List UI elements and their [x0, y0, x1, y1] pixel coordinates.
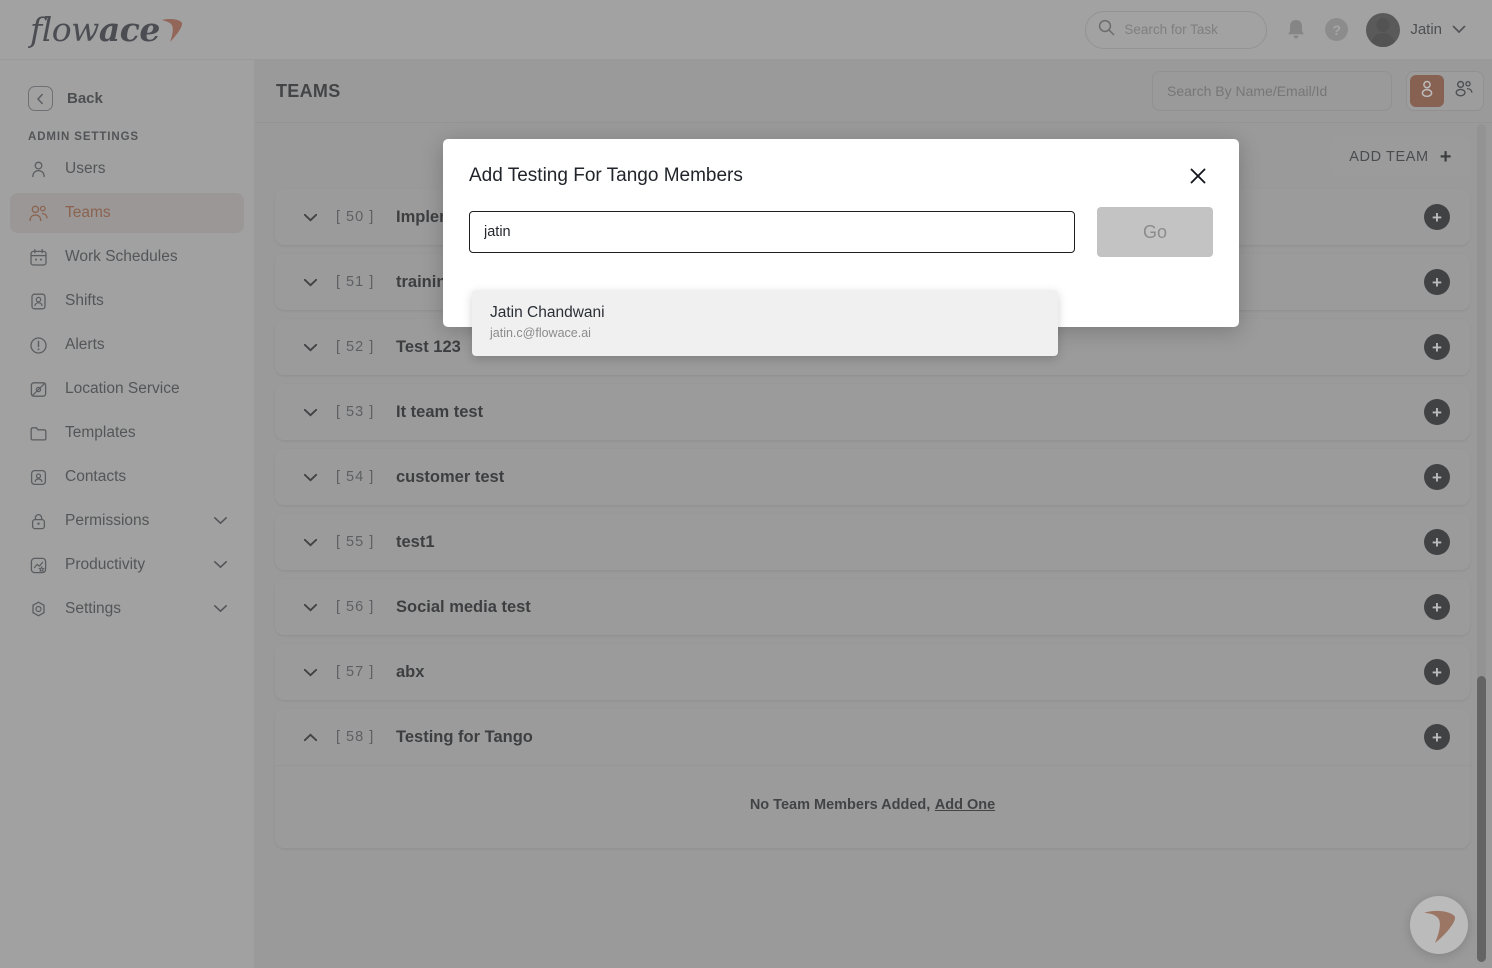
modal-body: Go: [443, 187, 1239, 257]
suggestion-name: Jatin Chandwani: [490, 304, 605, 321]
member-suggestions-dropdown: Jatin Chandwani jatin.c@flowace.ai: [472, 290, 1058, 357]
modal-title: Add Testing For Tango Members: [469, 165, 743, 186]
app-root: flow ace Search for Task ? Jatin Back AD…: [0, 0, 1492, 968]
close-icon[interactable]: [1187, 165, 1209, 187]
list-item[interactable]: Jatin Chandwani jatin.c@flowace.ai: [472, 290, 1058, 356]
member-search-input[interactable]: [469, 211, 1075, 253]
suggestion-email: jatin.c@flowace.ai: [490, 326, 591, 341]
modal-header: Add Testing For Tango Members: [443, 139, 1239, 187]
go-button[interactable]: Go: [1097, 207, 1213, 257]
